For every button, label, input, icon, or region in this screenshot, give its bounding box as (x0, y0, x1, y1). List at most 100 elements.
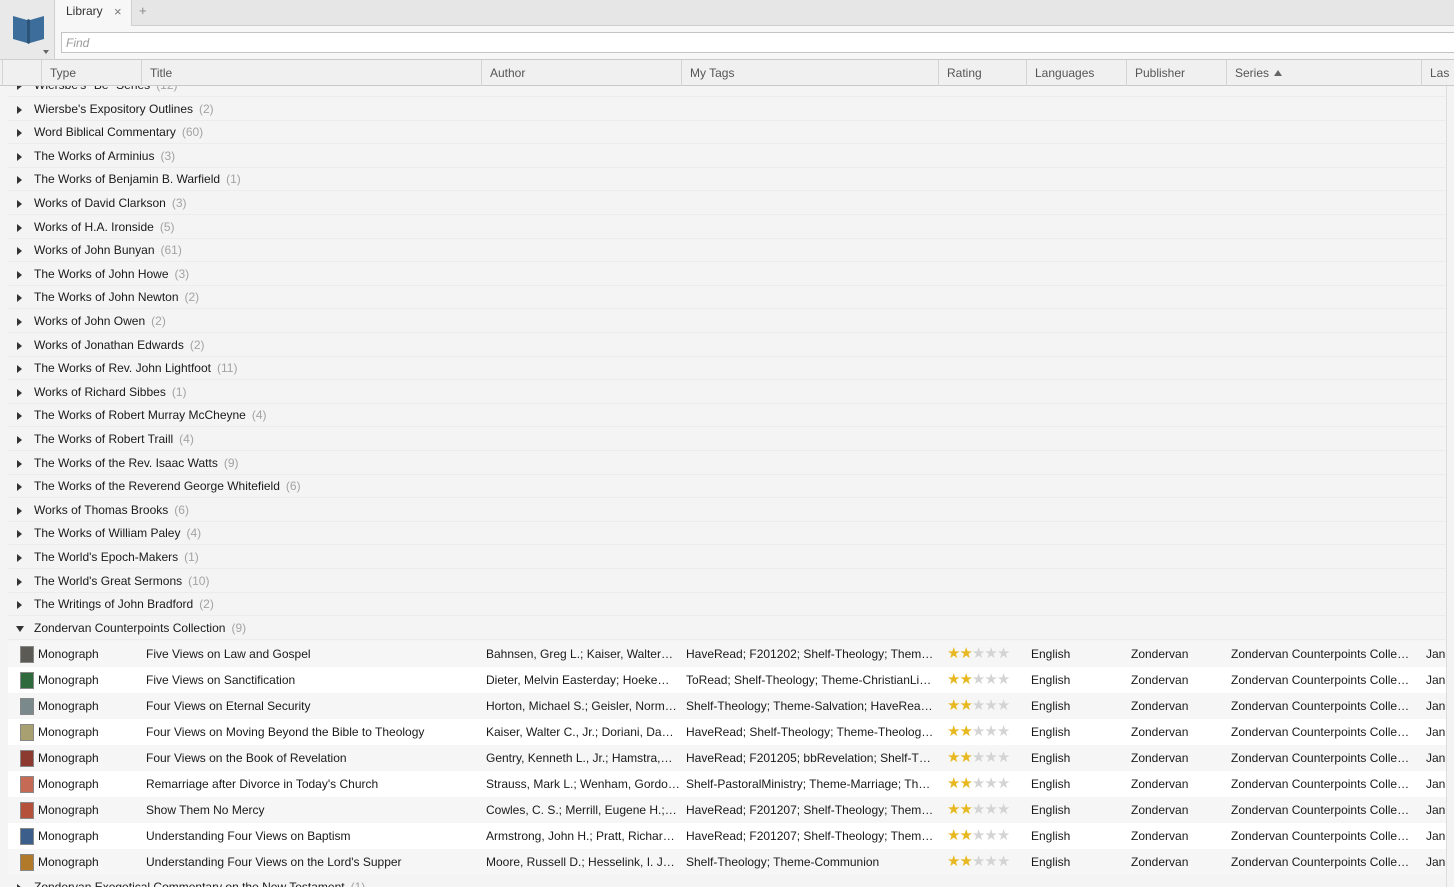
star-empty-icon[interactable]: ★ (997, 827, 1010, 844)
book-row[interactable]: Monograph Four Views on Eternal Security H… (8, 693, 1446, 720)
star-empty-icon[interactable]: ★ (984, 671, 997, 688)
star-empty-icon[interactable]: ★ (984, 723, 997, 740)
column-header-type[interactable]: Type (41, 60, 142, 86)
new-tab-button[interactable]: + (139, 3, 147, 18)
star-filled-icon[interactable]: ★ (947, 645, 960, 662)
star-empty-icon[interactable]: ★ (972, 827, 985, 844)
book-row[interactable]: Monograph Five Views on Sanctification Die… (8, 667, 1446, 694)
star-empty-icon[interactable]: ★ (997, 853, 1010, 870)
star-filled-icon[interactable]: ★ (959, 801, 972, 818)
series-group-row[interactable]: Wiersbe's "Be" Series(12) (8, 86, 1446, 97)
book-row[interactable]: Monograph Five Views on Law and Gospel Bah… (8, 641, 1446, 668)
book-row[interactable]: Monograph Remarriage after Divorce in Tod… (8, 771, 1446, 798)
rating-stars[interactable]: ★★★★★ (947, 801, 1010, 818)
star-filled-icon[interactable]: ★ (947, 775, 960, 792)
star-filled-icon[interactable]: ★ (959, 697, 972, 714)
star-empty-icon[interactable]: ★ (972, 671, 985, 688)
column-header-title[interactable]: Title (141, 60, 482, 86)
series-group-row[interactable]: Works of John Bunyan (61) (8, 239, 1446, 263)
star-empty-icon[interactable]: ★ (972, 645, 985, 662)
disclosure-collapsed-icon[interactable] (17, 247, 22, 256)
series-group-row[interactable]: Works of David Clarkson (3) (8, 192, 1446, 215)
star-filled-icon[interactable]: ★ (947, 749, 960, 766)
star-filled-icon[interactable]: ★ (947, 827, 960, 844)
book-row[interactable]: Monograph Show Them No Mercy Cowles, C. S.… (8, 797, 1446, 824)
star-empty-icon[interactable]: ★ (972, 749, 985, 766)
disclosure-collapsed-icon[interactable] (17, 176, 22, 185)
tab-library[interactable]: Library × (55, 0, 132, 27)
star-empty-icon[interactable]: ★ (984, 645, 997, 662)
rating-stars[interactable]: ★★★★★ (947, 723, 1010, 740)
series-group-row[interactable]: The Works of Robert Traill (4) (8, 428, 1446, 451)
rating-stars[interactable]: ★★★★★ (947, 853, 1010, 870)
star-empty-icon[interactable]: ★ (972, 853, 985, 870)
star-filled-icon[interactable]: ★ (959, 671, 972, 688)
star-empty-icon[interactable]: ★ (997, 749, 1010, 766)
disclosure-collapsed-icon[interactable] (17, 554, 22, 562)
rating-stars[interactable]: ★★★★★ (947, 645, 1010, 662)
disclosure-collapsed-icon[interactable] (17, 365, 22, 374)
star-filled-icon[interactable]: ★ (959, 827, 972, 844)
series-group-row[interactable]: The World's Great Sermons (10) (8, 569, 1446, 593)
column-header-last[interactable]: Las (1421, 60, 1454, 86)
series-group-row[interactable]: Zondervan Exegetical Commentary on the N… (8, 876, 1446, 887)
series-group-row[interactable]: The Works of the Reverend George Whitefi… (8, 475, 1446, 499)
series-group-row[interactable]: Wiersbe's Expository Outlines (2) (8, 97, 1446, 121)
disclosure-collapsed-icon[interactable] (17, 412, 22, 421)
book-row[interactable]: Monograph Understanding Four Views on Bap… (8, 823, 1446, 850)
rating-stars[interactable]: ★★★★★ (947, 671, 1010, 688)
rating-stars[interactable]: ★★★★★ (947, 749, 1010, 766)
disclosure-collapsed-icon[interactable] (17, 483, 22, 492)
star-empty-icon[interactable]: ★ (997, 645, 1010, 662)
star-empty-icon[interactable]: ★ (997, 723, 1010, 740)
disclosure-collapsed-icon[interactable] (17, 318, 22, 326)
star-filled-icon[interactable]: ★ (947, 853, 960, 870)
star-empty-icon[interactable]: ★ (984, 853, 997, 870)
disclosure-collapsed-icon[interactable] (17, 436, 22, 444)
disclosure-collapsed-icon[interactable] (17, 530, 22, 539)
series-group-row[interactable]: Works of John Owen (2) (8, 310, 1446, 333)
rating-stars[interactable]: ★★★★★ (947, 775, 1010, 792)
column-header-publisher[interactable]: Publisher (1126, 60, 1227, 86)
star-filled-icon[interactable]: ★ (959, 853, 972, 870)
series-group-row[interactable]: The World's Epoch-Makers (1) (8, 546, 1446, 569)
star-filled-icon[interactable]: ★ (947, 801, 960, 818)
star-filled-icon[interactable]: ★ (959, 723, 972, 740)
star-empty-icon[interactable]: ★ (984, 801, 997, 818)
close-icon[interactable]: × (114, 4, 122, 19)
star-empty-icon[interactable]: ★ (997, 671, 1010, 688)
book-row[interactable]: Monograph Understanding Four Views on the… (8, 849, 1446, 876)
star-filled-icon[interactable]: ★ (947, 723, 960, 740)
disclosure-collapsed-icon[interactable] (17, 506, 22, 515)
star-filled-icon[interactable]: ★ (959, 775, 972, 792)
star-empty-icon[interactable]: ★ (997, 775, 1010, 792)
book-row[interactable]: Monograph Four Views on the Book of Revel… (8, 745, 1446, 772)
series-group-row[interactable]: The Works of Arminius (3) (8, 144, 1446, 168)
star-empty-icon[interactable]: ★ (997, 697, 1010, 714)
disclosure-collapsed-icon[interactable] (17, 152, 22, 161)
vertical-scrollbar[interactable] (1446, 86, 1454, 887)
series-group-row[interactable]: Works of H.A. Ironside (5) (8, 215, 1446, 239)
column-header-series[interactable]: Series (1226, 60, 1422, 86)
disclosure-collapsed-icon[interactable] (17, 270, 22, 279)
star-empty-icon[interactable]: ★ (984, 827, 997, 844)
star-filled-icon[interactable]: ★ (959, 645, 972, 662)
column-header-author[interactable]: Author (481, 60, 682, 86)
series-group-row[interactable]: Works of Richard Sibbes (1) (8, 380, 1446, 404)
star-empty-icon[interactable]: ★ (972, 723, 985, 740)
star-empty-icon[interactable]: ★ (972, 775, 985, 792)
star-empty-icon[interactable]: ★ (984, 775, 997, 792)
disclosure-collapsed-icon[interactable] (17, 341, 22, 350)
find-input[interactable]: Find (61, 32, 1454, 53)
star-filled-icon[interactable]: ★ (947, 697, 960, 714)
column-header-rating[interactable]: Rating (938, 60, 1027, 86)
series-group-row[interactable]: Works of Thomas Brooks (6) (8, 498, 1446, 522)
column-header-my-tags[interactable]: My Tags (681, 60, 939, 86)
disclosure-collapsed-icon[interactable] (17, 459, 22, 468)
series-group-row[interactable]: The Works of Robert Murray McCheyne (4) (8, 404, 1446, 428)
rating-stars[interactable]: ★★★★★ (947, 697, 1010, 714)
app-menu-button[interactable] (0, 0, 55, 60)
disclosure-collapsed-icon[interactable] (17, 129, 22, 138)
column-header-thumb[interactable] (2, 60, 42, 86)
series-group-row[interactable]: The Works of Benjamin B. Warfield (1) (8, 168, 1446, 192)
